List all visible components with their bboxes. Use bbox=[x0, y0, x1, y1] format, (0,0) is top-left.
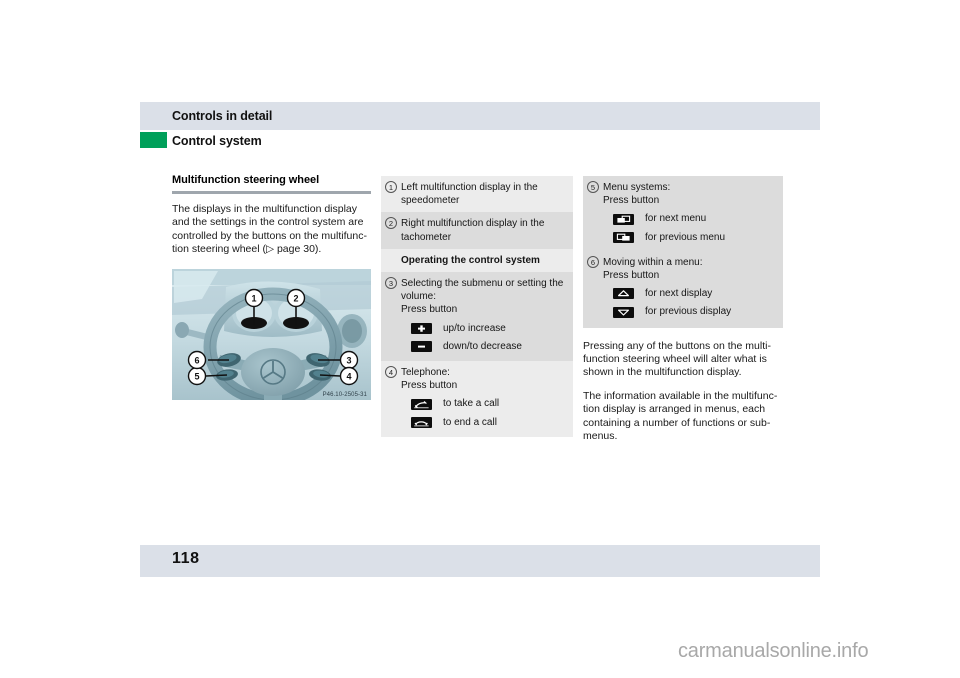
svg-text:6: 6 bbox=[194, 355, 199, 365]
previous-menu-icon bbox=[613, 231, 634, 243]
arrow-down-button-icon bbox=[613, 306, 634, 318]
svg-text:1: 1 bbox=[251, 293, 256, 303]
right-callout-box: 5 Menu systems: Press button for next me… bbox=[583, 176, 783, 328]
callout-text-6: Moving within a menu: Press button bbox=[603, 256, 703, 282]
intro-paragraph: The displays in the multifunction displa… bbox=[172, 203, 367, 256]
callout-row-5: 5 Menu systems: Press button for next me… bbox=[583, 176, 783, 251]
next-menu-caption: for next menu bbox=[645, 213, 707, 225]
minus-button-icon bbox=[411, 340, 432, 352]
callout-heading-operating: Operating the control system bbox=[381, 248, 573, 273]
previous-display-line: for previous display bbox=[613, 305, 777, 318]
chapter-title: Controls in detail bbox=[172, 109, 273, 123]
page-number: 118 bbox=[172, 550, 200, 567]
previous-display-caption: for previous display bbox=[645, 306, 732, 318]
svg-text:2: 2 bbox=[293, 293, 298, 303]
callout-row-3: 3 Selecting the submenu or setting the v… bbox=[381, 272, 573, 362]
right-paragraph-2: The information available in the multifu… bbox=[583, 389, 778, 443]
right-paragraph-1: Pressing any of the buttons on the multi… bbox=[583, 339, 771, 379]
callout-row-1: 1 Left multifunction display in the spee… bbox=[381, 176, 573, 213]
figure-code: P46.10-2505-31 bbox=[322, 391, 367, 398]
steering-wheel-figure: 1 2 3 4 5 6 P46.10-2505-31 bbox=[172, 268, 371, 400]
phone-accept-line: to take a call bbox=[411, 397, 567, 410]
callout-number-5: 5 bbox=[587, 181, 599, 193]
callout-number-6: 6 bbox=[587, 255, 599, 268]
callout-row-6: 6 Moving within a menu: Press button for… bbox=[583, 250, 783, 328]
callout-text-1: Left multifunction display in the speedo… bbox=[401, 182, 538, 207]
previous-menu-line: for previous menu bbox=[613, 231, 777, 244]
callout-text-3: Selecting the submenu or setting the vol… bbox=[401, 278, 564, 316]
right-column-text: Pressing any of the buttons on the multi… bbox=[583, 340, 783, 444]
callout-text-4: Telephone: Press button bbox=[401, 367, 458, 392]
volume-up-line: up/to increase bbox=[411, 322, 567, 335]
next-menu-line: for next menu bbox=[613, 212, 777, 225]
phone-end-icon bbox=[411, 416, 432, 428]
callout-row-2: 2 Right multifunction display in the tac… bbox=[381, 212, 573, 249]
previous-menu-caption: for previous menu bbox=[645, 231, 726, 243]
next-display-line: for next display bbox=[613, 287, 777, 300]
right-column: 5 Menu systems: Press button for next me… bbox=[583, 176, 783, 443]
middle-callout-box: 1 Left multifunction display in the spee… bbox=[381, 176, 573, 437]
section-accent-tab bbox=[140, 132, 167, 148]
next-display-caption: for next display bbox=[645, 288, 713, 300]
section-title: Control system bbox=[172, 134, 262, 148]
volume-down-line: down/to decrease bbox=[411, 340, 567, 353]
volume-up-caption: up/to increase bbox=[443, 322, 506, 334]
arrow-up-button-icon bbox=[613, 288, 634, 300]
callout-heading-text: Operating the control system bbox=[401, 254, 540, 266]
callout-text-2: Right multifunction display in the tacho… bbox=[401, 218, 545, 243]
callout-row-4: 4 Telephone: Press button to take a call… bbox=[381, 361, 573, 437]
next-menu-icon bbox=[613, 213, 634, 225]
footer-band bbox=[140, 545, 820, 577]
subheading-multifunction-steering-wheel: Multifunction steering wheel bbox=[172, 174, 320, 186]
svg-text:4: 4 bbox=[346, 371, 351, 381]
phone-accept-icon bbox=[411, 398, 432, 410]
callout-text-5: Menu systems: Press button bbox=[603, 182, 671, 207]
plus-button-icon bbox=[411, 322, 432, 334]
site-watermark: carmanualsonline.info bbox=[678, 640, 869, 662]
callout-number-3: 3 bbox=[385, 277, 397, 290]
callout-number-1: 1 bbox=[385, 181, 397, 193]
steering-wheel-illustration: 1 2 3 4 5 6 bbox=[172, 268, 371, 400]
manual-page: Controls in detail Control system Multif… bbox=[0, 0, 960, 678]
phone-end-caption: to end a call bbox=[443, 416, 497, 428]
svg-text:3: 3 bbox=[346, 355, 351, 365]
callout-number-2: 2 bbox=[385, 217, 397, 230]
left-column: Multifunction steering wheel The display… bbox=[172, 174, 371, 400]
phone-accept-caption: to take a call bbox=[443, 398, 500, 410]
phone-end-line: to end a call bbox=[411, 416, 567, 429]
svg-text:5: 5 bbox=[194, 371, 199, 381]
heading-rule bbox=[172, 191, 371, 194]
callout-number-4: 4 bbox=[385, 366, 397, 379]
volume-down-caption: down/to decrease bbox=[443, 340, 522, 352]
